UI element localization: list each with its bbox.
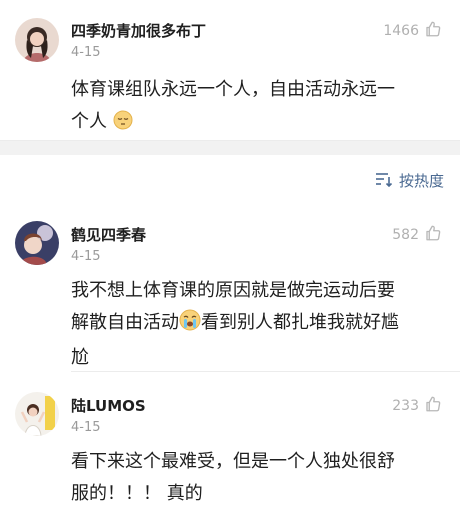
like-button[interactable]: 1466	[383, 20, 442, 42]
like-count: 582	[392, 227, 419, 243]
avatar[interactable]	[15, 18, 59, 62]
like-button[interactable]: 582	[392, 224, 442, 246]
sleepy-face-icon	[113, 109, 133, 141]
comment-text-line: 服的！！！ 真的	[71, 483, 203, 504]
sort-label: 按热度	[398, 172, 444, 190]
sort-button[interactable]: 按热度	[375, 170, 444, 191]
comment-item: 四季奶青加很多布丁 4-15 1466 体育课组队永远一个人，自由活动永远一 个…	[0, 0, 460, 140]
like-count: 1466	[383, 23, 419, 39]
sort-icon	[375, 171, 393, 191]
comment-username[interactable]: 陆LUMOS	[71, 395, 146, 416]
comment-text-line: 体育课组队永远一个人，自由活动永远一	[71, 79, 395, 100]
like-count: 233	[392, 398, 419, 414]
section-divider	[0, 140, 460, 155]
thumbs-up-icon	[424, 20, 442, 42]
comment-text-line: 尬	[71, 347, 89, 368]
comment-date: 4-15	[71, 249, 101, 264]
comment-item: 鹤见四季春 4-15 582 我不想上体育课的原因就是做完运动后要 解散自由活动	[0, 207, 460, 372]
crying-face-icon	[179, 309, 201, 342]
comment-text: 我不想上体育课的原因就是做完运动后要 解散自由活动 看到别人都扎堆我就好尴 尬	[71, 275, 442, 374]
comment-text-line: 看下来这个最难受，但是一个人独处很舒	[71, 451, 395, 472]
avatar[interactable]	[15, 221, 59, 265]
comment-text-line: 解散自由活动	[71, 312, 179, 333]
thumbs-up-icon	[424, 395, 442, 417]
like-button[interactable]: 233	[392, 395, 442, 417]
comment-text-line: 我不想上体育课的原因就是做完运动后要	[71, 280, 395, 301]
comment-text-line: 个人	[71, 111, 107, 132]
comment-username[interactable]: 鹤见四季春	[71, 224, 146, 245]
comment-text: 体育课组队永远一个人，自由活动永远一 个人	[71, 74, 442, 141]
comment-text-line: 看到别人都扎堆我就好尴	[201, 312, 399, 333]
comment-username[interactable]: 四季奶青加很多布丁	[71, 20, 206, 41]
thumbs-up-icon	[424, 224, 442, 246]
comment-date: 4-15	[71, 45, 101, 60]
comment-text: 看下来这个最难受，但是一个人独处很舒 服的！！！ 真的	[71, 446, 442, 510]
comment-date: 4-15	[71, 420, 101, 435]
comment-item: 陆LUMOS 4-15 233 看下来这个最难受，但是一个人独处很舒 服的！！！…	[0, 372, 460, 516]
sort-bar: 按热度	[0, 155, 460, 207]
avatar[interactable]	[15, 392, 59, 436]
